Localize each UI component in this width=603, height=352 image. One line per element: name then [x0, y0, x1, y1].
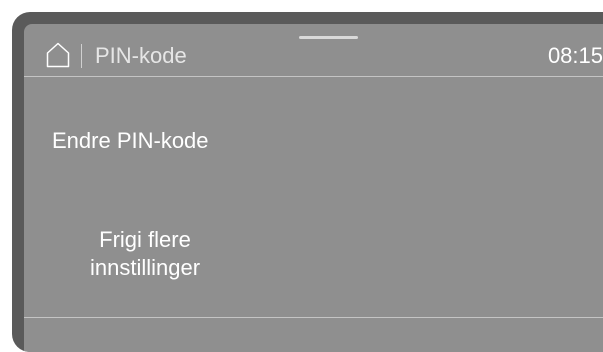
home-icon[interactable] — [46, 42, 70, 68]
unlock-settings-button[interactable]: Frigi flere innstillinger — [80, 226, 210, 282]
page-title: PIN-kode — [95, 43, 187, 68]
header-divider — [24, 76, 603, 77]
unlock-settings-label-line1: Frigi flere — [99, 227, 191, 252]
device-bezel: PIN-kode 08:15 Endre PIN-kode Frigi fler… — [12, 12, 603, 352]
header-separator — [81, 44, 82, 68]
clock-display: 08:15 — [547, 43, 603, 68]
unlock-settings-label-line2: innstillinger — [89, 255, 201, 280]
footer-divider — [24, 317, 603, 318]
display-screen: PIN-kode 08:15 Endre PIN-kode Frigi fler… — [24, 24, 603, 352]
change-pin-button[interactable]: Endre PIN-kode — [52, 128, 209, 154]
header-bar: PIN-kode 08:15 — [24, 24, 603, 76]
